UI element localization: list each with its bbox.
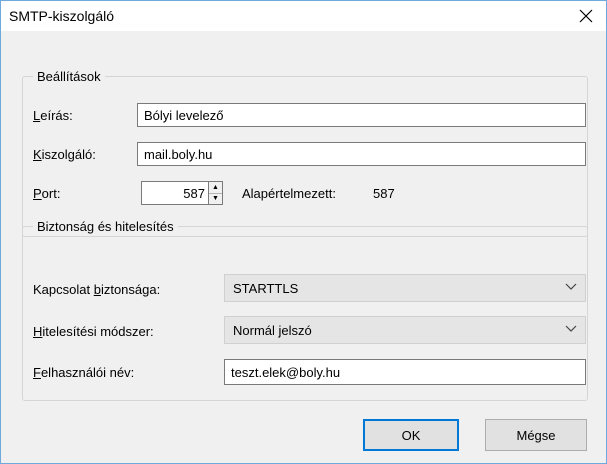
port-label: Port: [33, 186, 61, 201]
spin-up-icon[interactable]: ▲ [209, 182, 222, 194]
chevron-down-icon [565, 283, 577, 290]
username-label: Felhasználói név: [33, 365, 135, 380]
description-value: Bólyi levelező [144, 107, 224, 123]
cancel-button[interactable]: Mégse [485, 419, 587, 451]
ok-button[interactable]: OK [363, 419, 459, 451]
description-input[interactable]: Bólyi levelező [137, 103, 586, 127]
auth-method-value: Normál jelszó [233, 322, 312, 338]
close-button[interactable] [566, 1, 606, 31]
port-value: 587 [183, 185, 205, 201]
description-label: Leírás: [33, 108, 73, 123]
cancel-button-label: Mégse [516, 427, 556, 443]
auth-method-label: Hitelesítési módszer: [33, 324, 154, 339]
dialog-window: SMTP-kiszolgáló Beállítások Leírás: Bóly… [0, 0, 607, 464]
window-title: SMTP-kiszolgáló [9, 8, 115, 24]
server-label: Kiszolgáló: [33, 147, 96, 162]
dialog-content: Beállítások Leírás: Bólyi levelező Kiszo… [1, 31, 606, 463]
server-value: mail.boly.hu [144, 146, 213, 162]
settings-legend: Beállítások [37, 69, 101, 84]
ok-button-label: OK [401, 427, 421, 443]
username-value: teszt.elek@boly.hu [231, 364, 341, 380]
security-legend: Biztonság és hitelesítés [37, 219, 174, 234]
title-bar[interactable]: SMTP-kiszolgáló [1, 1, 606, 31]
username-input[interactable]: teszt.elek@boly.hu [224, 359, 586, 385]
default-port-value: 587 [373, 186, 395, 201]
spin-down-icon[interactable]: ▼ [209, 194, 222, 205]
connection-security-value: STARTTLS [233, 280, 299, 296]
server-input[interactable]: mail.boly.hu [137, 142, 586, 166]
connection-security-label: Kapcsolat biztonsága: [33, 282, 161, 297]
chevron-down-icon [565, 325, 577, 332]
port-input[interactable]: 587 [141, 181, 209, 205]
close-icon [579, 9, 593, 23]
default-port-label: Alapértelmezett: [242, 186, 336, 201]
port-stepper[interactable]: 587 ▲ ▼ [141, 181, 223, 205]
connection-security-select[interactable]: STARTTLS [224, 274, 586, 302]
port-spin-buttons: ▲ ▼ [209, 181, 223, 205]
auth-method-select[interactable]: Normál jelszó [224, 316, 586, 344]
